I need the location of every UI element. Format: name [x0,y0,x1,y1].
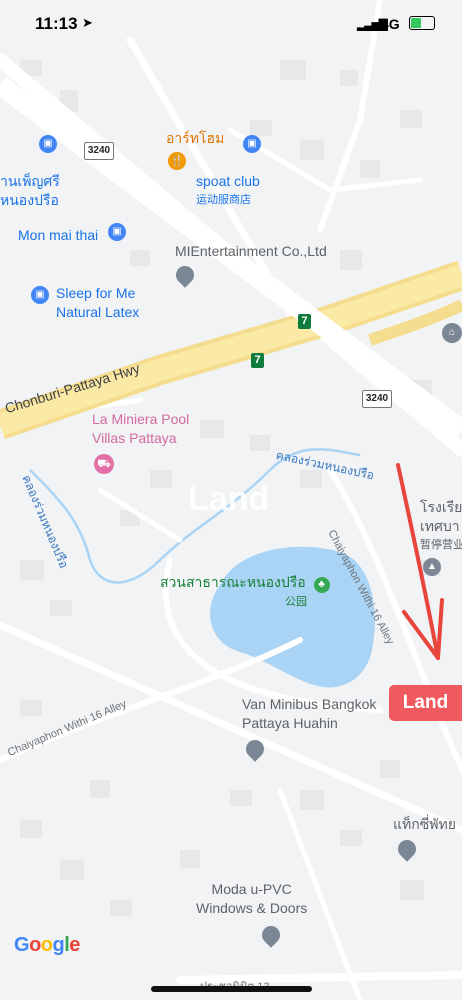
route-shield-top: 3240 [84,142,114,160]
shopping-bag-icon-2[interactable]: ▣ [243,135,261,153]
shopping-bag-icon-3[interactable]: ▣ [108,223,126,241]
route-7-icon: 7 [298,314,311,329]
poi-la-miniera[interactable]: La Miniera Pool Villas Pattaya [92,410,189,448]
poi-van-line1: Van Minibus Bangkok [242,696,377,712]
poi-school-line1: โรงเรีย [420,499,462,515]
poi-mon-mai-thai[interactable]: Mon mai thai [18,226,98,245]
poi-thai-top-left-line1: านเพ็ญศรี [0,173,60,189]
poi-taxi[interactable]: แท็กซี่พัทย [393,815,456,834]
restaurant-icon[interactable]: 🍴 [168,152,186,170]
poi-thai-top-left[interactable]: านเพ็ญศรี หนองปรือ [0,172,60,210]
poi-la-miniera-line1: La Miniera Pool [92,411,190,427]
poi-park-line2: 公园 [285,596,307,608]
poi-school-line3: 暂停营业 [420,539,462,551]
status-time: 11:13 [35,14,78,33]
poi-sleep-line1: Sleep for Me [56,285,136,301]
poi-school[interactable]: โรงเรีย เทศบา 暂停营业 [420,498,462,555]
poi-la-miniera-line2: Villas Pattaya [92,430,177,446]
poi-van-minibus[interactable]: Van Minibus Bangkok Pattaya Huahin [242,695,376,733]
tree-icon: ♣ [313,577,330,593]
poi-park-line1: สวนสาธารณะหนองปรือ [160,574,306,590]
hotel-bed-icon[interactable]: ⛟ [94,454,114,474]
watermark-land: Land [188,480,270,518]
shopping-bag-icon-4[interactable]: ▣ [31,286,49,304]
museum-icon[interactable]: ⌂ [442,323,462,343]
poi-spoat-club-line2: 运动服商店 [196,194,251,206]
google-logo: Google [14,934,80,957]
poi-spoat-club-line1: spoat club [196,173,260,189]
land-tag-label: Land [389,685,462,721]
poi-school-line2: เทศบา [420,518,460,534]
poi-park[interactable]: สวนสาธารณะหนองปรือ ♣ 公园 [160,573,330,612]
network-label: 4G [381,16,400,32]
poi-sleep-line2: Natural Latex [56,304,140,320]
route-7-icon-2: 7 [251,353,264,368]
google-logo-text: Google [14,934,80,956]
poi-moda-line2: Windows & Doors [196,900,308,916]
poi-mientertainment[interactable]: MIEntertainment Co.,Ltd [175,242,327,261]
status-bar: 11:13 ➤ ▂▃▅▇ 4G [0,0,462,50]
map-screen[interactable]: 11:13 ➤ ▂▃▅▇ 4G 3240 3240 7 7 Chonburi-P… [0,0,462,1000]
poi-van-line2: Pattaya Huahin [242,715,338,731]
battery-icon [409,16,435,30]
poi-spoat-club[interactable]: spoat club 运动服商店 [196,172,260,210]
poi-thai-top-left-line2: หนองปรือ [0,192,59,208]
poi-moda-line1: Moda u-PVC [211,881,292,897]
poi-art-home[interactable]: อาร์ทโฮม [166,128,224,150]
location-arrow-icon: ➤ [82,15,93,30]
school-cap-icon[interactable]: ▲ [423,558,441,576]
poi-sleep-for-me[interactable]: Sleep for Me Natural Latex [56,284,139,322]
route-shield-bottom: 3240 [362,390,392,408]
shopping-bag-icon[interactable]: ▣ [39,135,57,153]
home-indicator[interactable] [151,986,312,992]
poi-moda[interactable]: Moda u-PVC Windows & Doors [196,880,307,918]
